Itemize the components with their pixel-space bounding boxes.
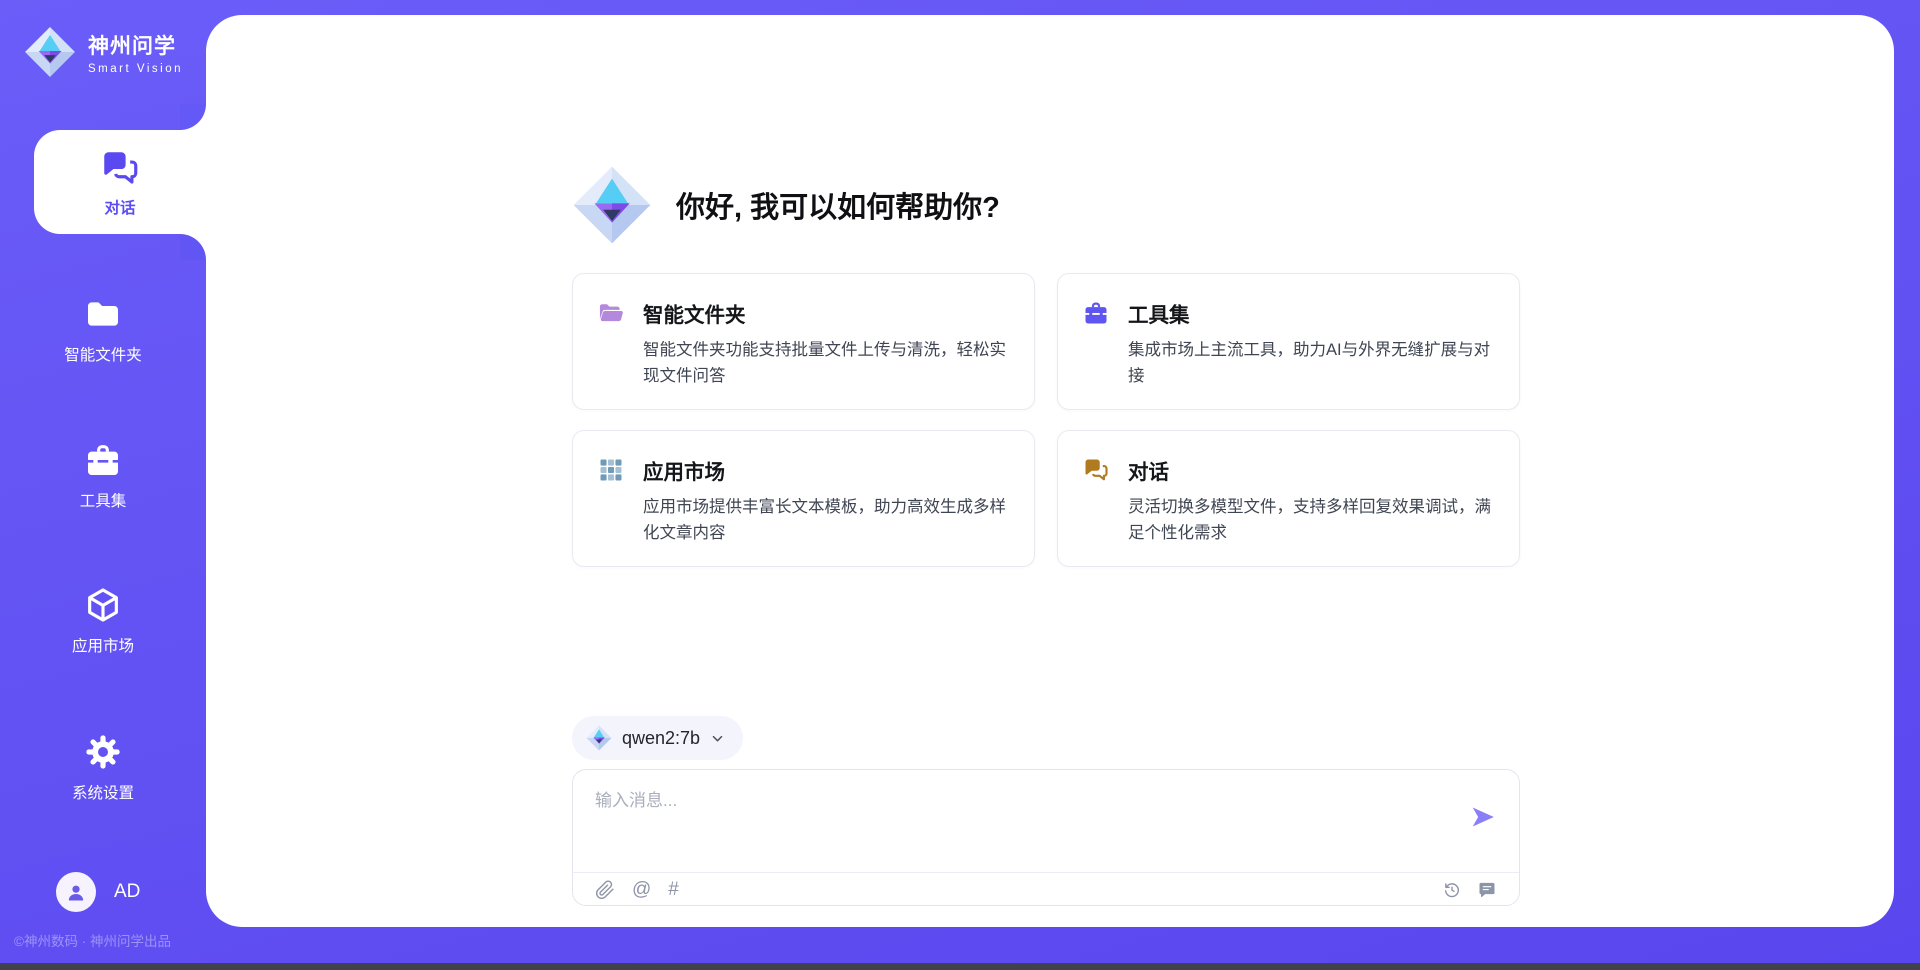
toolbox-icon — [1082, 299, 1110, 327]
message-composer: @ # — [572, 769, 1520, 906]
greeting-block: 你好, 我可以如何帮助你? — [572, 165, 1000, 245]
sidebar-item-label: 工具集 — [80, 489, 127, 511]
folder-open-icon — [597, 299, 625, 327]
assistant-gem-logo-icon — [572, 165, 652, 245]
brand-gem-logo-icon — [24, 26, 76, 78]
sidebar-item-smart-folders[interactable]: 智能文件夹 — [0, 294, 206, 365]
card-title: 智能文件夹 — [643, 298, 746, 328]
chat-bubble-icon — [1477, 880, 1497, 900]
card-toolset[interactable]: 工具集 集成市场上主流工具，助力AI与外界无缝扩展与对接 — [1057, 273, 1520, 410]
card-app-market[interactable]: 应用市场 应用市场提供丰富长文本模板，助力高效生成多样化文章内容 — [572, 430, 1035, 567]
brand-subtitle: Smart Vision — [88, 63, 183, 75]
bottom-edge — [0, 963, 1920, 970]
card-head: 工具集 — [1082, 298, 1495, 328]
hash-icon: # — [668, 880, 679, 899]
sidebar-item-label: 应用市场 — [72, 634, 134, 656]
paperclip-icon — [595, 880, 615, 900]
greeting-title: 你好, 我可以如何帮助你? — [676, 184, 1000, 226]
card-description: 灵活切换多模型文件，支持多样回复效果调试，满足个性化需求 — [1128, 495, 1495, 546]
chat-icon — [1082, 456, 1110, 484]
gear-icon — [83, 732, 123, 772]
history-button[interactable] — [1442, 880, 1462, 900]
avatar — [56, 872, 96, 912]
brand-text: 神州问学 Smart Vision — [88, 30, 183, 75]
cube-icon — [83, 585, 123, 625]
attach-file-button[interactable] — [595, 880, 615, 900]
conversation-button[interactable] — [1477, 880, 1497, 900]
model-name: qwen2:7b — [622, 728, 700, 749]
sidebar-item-toolset[interactable]: 工具集 — [0, 440, 206, 511]
card-description: 应用市场提供丰富长文本模板，助力高效生成多样化文章内容 — [643, 495, 1010, 546]
grid-icon — [597, 456, 625, 484]
composer-toolbar-right — [1442, 880, 1497, 900]
card-title: 对话 — [1128, 455, 1169, 485]
topic-button[interactable]: # — [668, 880, 679, 899]
toolbox-icon — [83, 440, 123, 480]
composer-toolbar: @ # — [573, 873, 1519, 906]
card-description: 集成市场上主流工具，助力AI与外界无缝扩展与对接 — [1128, 338, 1495, 389]
brand: 神州问学 Smart Vision — [24, 26, 183, 78]
user-name: AD — [114, 881, 140, 903]
sidebar-item-label: 智能文件夹 — [64, 343, 142, 365]
sidebar-item-settings[interactable]: 系统设置 — [0, 732, 206, 803]
card-head: 对话 — [1082, 455, 1495, 485]
tab-curve-top — [180, 104, 206, 130]
copyright-text: ©神州数码 · 神州问学出品 — [14, 930, 171, 950]
sidebar-item-app-market[interactable]: 应用市场 — [0, 585, 206, 656]
folder-icon — [83, 294, 123, 334]
send-icon — [1470, 804, 1496, 830]
card-description: 智能文件夹功能支持批量文件上传与清洗，轻松实现文件问答 — [643, 338, 1010, 389]
card-chat[interactable]: 对话 灵活切换多模型文件，支持多样回复效果调试，满足个性化需求 — [1057, 430, 1520, 567]
sidebar-item-chat[interactable]: 对话 — [34, 130, 206, 234]
history-icon — [1442, 880, 1462, 900]
card-title: 工具集 — [1128, 298, 1190, 328]
chevron-down-icon — [710, 731, 725, 746]
sidebar-item-label: 系统设置 — [72, 781, 134, 803]
mention-button[interactable]: @ — [632, 880, 651, 899]
model-gem-logo-icon — [586, 725, 612, 751]
user-menu[interactable]: AD — [56, 872, 140, 912]
sidebar: 神州问学 Smart Vision 对话 智能文件夹 工具集 — [0, 0, 206, 970]
card-head: 智能文件夹 — [597, 298, 1010, 328]
person-icon — [64, 880, 88, 904]
card-head: 应用市场 — [597, 455, 1010, 485]
brand-name: 神州问学 — [88, 30, 183, 60]
model-selector[interactable]: qwen2:7b — [572, 716, 743, 760]
send-button[interactable] — [1469, 804, 1497, 832]
main-panel: 你好, 我可以如何帮助你? 智能文件夹 智能文件夹功能支持批量文件上传与清洗，轻… — [206, 15, 1894, 927]
message-input[interactable] — [595, 786, 1455, 856]
shortcut-cards: 智能文件夹 智能文件夹功能支持批量文件上传与清洗，轻松实现文件问答 工具集 集成… — [572, 273, 1520, 567]
tab-curve-bottom — [180, 234, 206, 260]
sidebar-item-label: 对话 — [104, 196, 135, 218]
card-smart-folders[interactable]: 智能文件夹 智能文件夹功能支持批量文件上传与清洗，轻松实现文件问答 — [572, 273, 1035, 410]
at-icon: @ — [632, 880, 651, 899]
chat-icon — [99, 147, 141, 189]
card-title: 应用市场 — [643, 455, 725, 485]
